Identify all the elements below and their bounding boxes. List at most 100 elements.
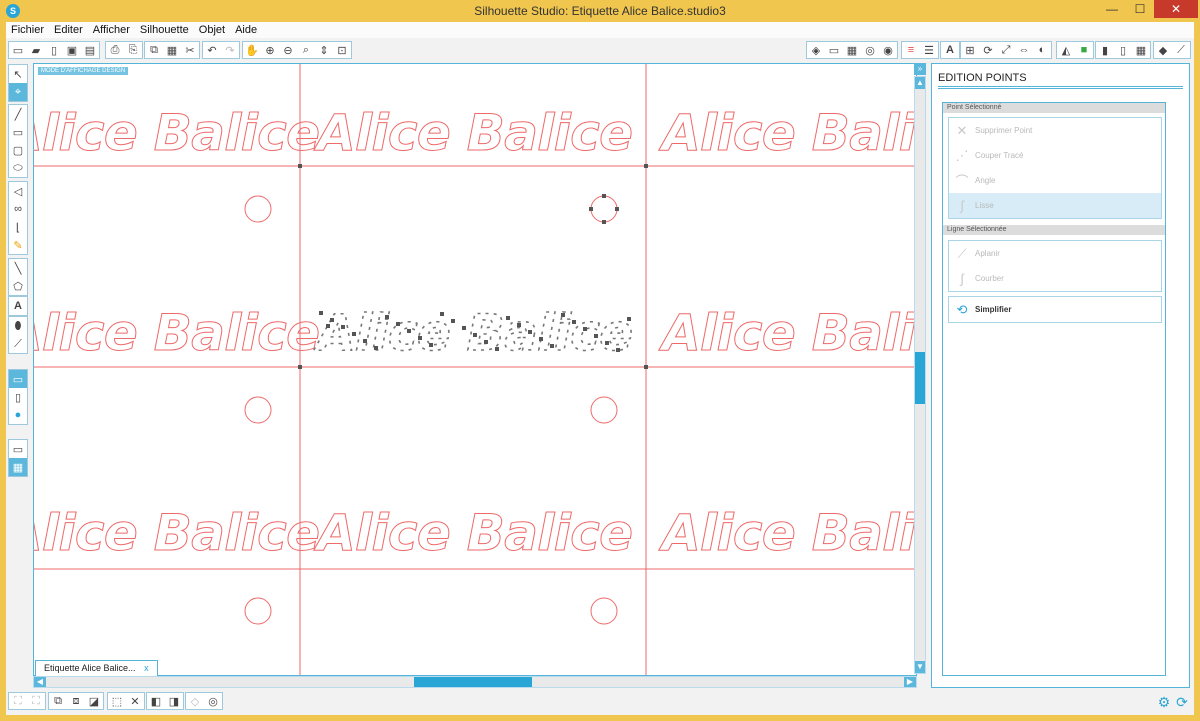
minimize-button[interactable]: — [1098, 0, 1126, 18]
fill-icon[interactable]: ◈ [807, 42, 825, 58]
cut-settings-icon[interactable]: ◉ [879, 42, 897, 58]
fit-page-icon[interactable]: ⊡ [333, 42, 351, 58]
close-button[interactable]: ✕ [1154, 0, 1198, 18]
edit-point [572, 320, 576, 324]
undo-icon[interactable]: ↶ [203, 42, 221, 58]
drag-zoom-icon[interactable]: ⇕ [315, 42, 333, 58]
line-tool-icon[interactable]: ╱ [9, 105, 27, 123]
line-style-icon[interactable]: ☰ [920, 42, 938, 58]
scale-icon[interactable]: ⤢ [997, 42, 1015, 58]
compound-path-icon[interactable]: ◪ [85, 693, 103, 709]
ungroup-icon[interactable]: ⧈ [67, 693, 85, 709]
straighten-option[interactable]: ⟋ Aplanir [949, 241, 1161, 266]
group-icon[interactable]: ⧉ [49, 693, 67, 709]
smooth-draw-icon[interactable]: ╲ [9, 259, 27, 277]
registration-icon[interactable]: ◎ [861, 42, 879, 58]
curve-tool-icon[interactable]: ∞ [9, 200, 27, 218]
split-view-icon[interactable]: ▦ [9, 458, 27, 476]
menu-silhouette[interactable]: Silhouette [135, 22, 194, 38]
menu-aide[interactable]: Aide [230, 22, 262, 38]
edit-points-icon[interactable]: ⌖ [9, 83, 27, 101]
line-color-icon[interactable]: ≡ [902, 42, 920, 58]
grid-view-icon[interactable]: ▦ [1132, 42, 1150, 58]
scroll-down-icon[interactable]: ▼ [915, 661, 925, 673]
zoom-select-icon[interactable]: ⌕ [297, 42, 315, 58]
document-tab-close-icon[interactable]: x [144, 663, 149, 673]
mirror-icon[interactable]: ⇔ [1015, 42, 1033, 58]
refresh-icon[interactable]: ⟳ [1174, 694, 1190, 710]
maximize-button[interactable]: ☐ [1126, 0, 1154, 18]
zoom-in-icon[interactable]: ⊕ [261, 42, 279, 58]
scroll-right-icon[interactable]: ▶ [904, 677, 916, 687]
store-icon[interactable]: ■ [1075, 42, 1093, 58]
pan-hand-icon[interactable]: ✋ [243, 42, 261, 58]
vertical-scrollbar[interactable]: ▲ ▼ [914, 76, 926, 674]
knife-icon[interactable]: ⟋ [1172, 42, 1190, 58]
library-icon[interactable]: ▯ [45, 42, 63, 58]
pentagon-tool-icon[interactable]: ⬠ [9, 277, 27, 295]
bring-front-icon[interactable]: ◧ [147, 693, 165, 709]
print-icon[interactable]: ⎙ [106, 42, 124, 58]
offset-icon[interactable]: ◐ [1033, 42, 1051, 58]
menu-objet[interactable]: Objet [194, 22, 230, 38]
library-mode-icon[interactable]: ▯ [9, 388, 27, 406]
text-tool-icon[interactable]: A [9, 297, 27, 315]
menu-editer[interactable]: Editer [49, 22, 88, 38]
send-back-icon[interactable]: ◨ [165, 693, 183, 709]
redo-icon[interactable]: ↷ [221, 42, 239, 58]
simplify-option[interactable]: ⟲ Simplifier [949, 297, 1161, 322]
delete-icon[interactable]: ✕ [126, 693, 144, 709]
save-library-icon[interactable]: ▤ [81, 42, 99, 58]
zoom-out-icon[interactable]: ⊖ [279, 42, 297, 58]
trace-icon[interactable]: ◭ [1057, 42, 1075, 58]
arc-tool-icon[interactable]: ⌊ [9, 218, 27, 236]
scroll-left-icon[interactable]: ◀ [34, 677, 46, 687]
print-cut-icon[interactable]: ⎘ [124, 42, 142, 58]
grid-icon[interactable]: ▦ [843, 42, 861, 58]
curve-option[interactable]: ∫ Courber [949, 266, 1161, 291]
deselect-icon[interactable]: ⛶ [27, 693, 45, 709]
design-mode-icon[interactable]: ▭ [9, 370, 27, 388]
design-canvas[interactable]: Alice BaliceAlice BaliceAlice BaliceAlic… [33, 63, 917, 676]
save-icon[interactable]: ▣ [63, 42, 81, 58]
cut-path-option[interactable]: ⋰ Couper Tracé [949, 143, 1161, 168]
freehand-tool-icon[interactable]: ✎ [9, 236, 27, 254]
weld-icon[interactable]: ◇ [186, 693, 204, 709]
ellipse-tool-icon[interactable]: ⬭ [9, 159, 27, 177]
corner-option[interactable]: ⌒ Angle [949, 168, 1161, 193]
replicate-icon[interactable]: ▮ [1096, 42, 1114, 58]
page-icon[interactable]: ▯ [1114, 42, 1132, 58]
select-all-icon[interactable]: ⛶ [9, 693, 27, 709]
eraser-icon[interactable]: ◆ [1154, 42, 1172, 58]
smooth-option[interactable]: ∫ Lisse [949, 193, 1161, 218]
eraser-tool-icon[interactable]: ⬮ [9, 317, 27, 335]
expand-panel-icon[interactable]: » [914, 63, 926, 75]
text-style-icon[interactable]: A [941, 42, 959, 58]
select-arrow-icon[interactable]: ↖ [9, 65, 27, 83]
single-view-icon[interactable]: ▭ [9, 440, 27, 458]
align-icon[interactable]: ⊞ [961, 42, 979, 58]
menu-fichier[interactable]: Fichier [6, 22, 49, 38]
target-icon[interactable]: ◎ [204, 693, 222, 709]
copy-icon[interactable]: ⧉ [145, 42, 163, 58]
paste-icon[interactable]: ▦ [163, 42, 181, 58]
cut-scissors-icon[interactable]: ✂ [181, 42, 199, 58]
horizontal-scrollbar[interactable]: ◀ ▶ [33, 676, 917, 688]
duplicate-icon[interactable]: ⬚ [108, 693, 126, 709]
open-folder-icon[interactable]: ▰ [27, 42, 45, 58]
page-setup-icon[interactable]: ▭ [825, 42, 843, 58]
store-mode-icon[interactable]: ● [9, 406, 27, 424]
rounded-rect-tool-icon[interactable]: ▢ [9, 141, 27, 159]
settings-gear-icon[interactable]: ⚙ [1156, 694, 1172, 710]
horizontal-scroll-thumb[interactable] [414, 677, 532, 687]
polygon-tool-icon[interactable]: ◁ [9, 182, 27, 200]
delete-point-option[interactable]: ✕ Supprimer Point [949, 118, 1161, 143]
knife-tool-icon[interactable]: ⟋ [9, 335, 27, 353]
document-tab[interactable]: Etiquette Alice Balice... x [35, 660, 158, 676]
rectangle-tool-icon[interactable]: ▭ [9, 123, 27, 141]
vertical-scroll-thumb[interactable] [915, 352, 925, 404]
rotate-icon[interactable]: ⟳ [979, 42, 997, 58]
new-document-icon[interactable]: ▭ [9, 42, 27, 58]
scroll-up-icon[interactable]: ▲ [915, 77, 925, 89]
menu-afficher[interactable]: Afficher [88, 22, 135, 38]
